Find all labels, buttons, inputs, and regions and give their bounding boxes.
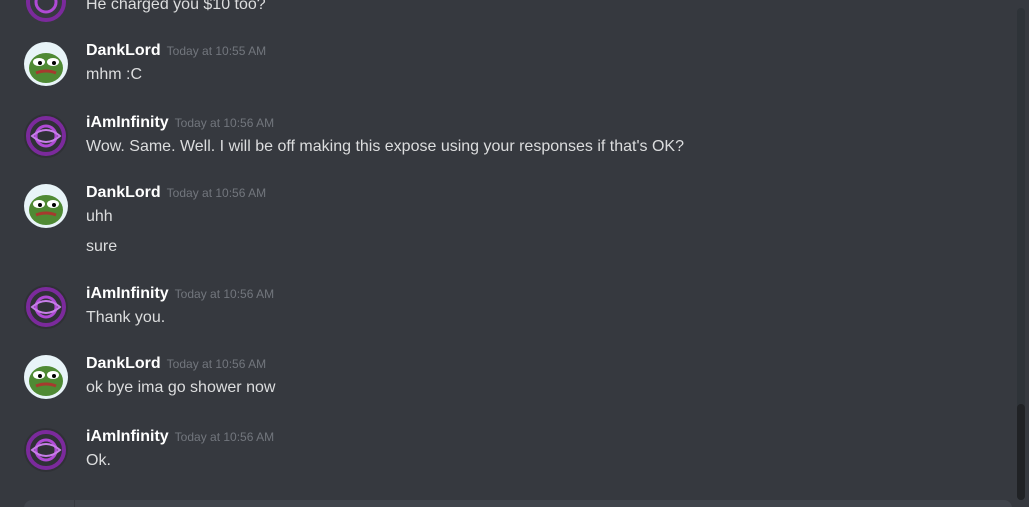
- avatar[interactable]: [24, 428, 68, 472]
- infinity-avatar-icon: [24, 285, 68, 329]
- message-text: mhm :C: [86, 66, 142, 83]
- message-text: uhh: [86, 208, 113, 225]
- timestamp: Today at 10:56 AM: [166, 186, 267, 200]
- message-text: Wow. Same. Well. I will be off making th…: [86, 138, 684, 155]
- username[interactable]: iAmInfinity: [86, 114, 169, 131]
- username[interactable]: DankLord: [86, 355, 161, 372]
- timestamp: Today at 10:56 AM: [174, 116, 275, 130]
- chat-message-list[interactable]: He charged you $10 too? DankLord Today at…: [0, 0, 1012, 507]
- avatar[interactable]: [24, 42, 68, 86]
- divider: [74, 500, 75, 507]
- message-text: ok bye ima go shower now: [86, 379, 276, 396]
- message-text: Ok.: [86, 452, 111, 469]
- message-text: sure: [86, 238, 118, 255]
- avatar[interactable]: [24, 184, 68, 228]
- infinity-avatar-icon: [24, 428, 68, 472]
- avatar[interactable]: [24, 355, 68, 399]
- pepe-avatar-icon: [24, 355, 68, 399]
- timestamp: Today at 10:56 AM: [166, 357, 267, 371]
- timestamp: Today at 10:56 AM: [174, 430, 275, 444]
- avatar[interactable]: [24, 0, 68, 24]
- username[interactable]: DankLord: [86, 42, 161, 59]
- message-header: DankLord Today at 10:56 AM: [86, 355, 266, 373]
- avatar[interactable]: [24, 285, 68, 329]
- avatar[interactable]: [24, 114, 68, 158]
- username[interactable]: DankLord: [86, 184, 161, 201]
- infinity-avatar-icon: [24, 0, 68, 24]
- message-header: DankLord Today at 10:56 AM: [86, 184, 266, 202]
- message-header: iAmInfinity Today at 10:56 AM: [86, 428, 274, 446]
- scrollbar[interactable]: [1017, 8, 1025, 500]
- pepe-avatar-icon: [24, 42, 68, 86]
- message-header: DankLord Today at 10:55 AM: [86, 42, 266, 60]
- timestamp: Today at 10:56 AM: [174, 287, 275, 301]
- scrollbar-thumb[interactable]: [1017, 404, 1025, 500]
- pepe-avatar-icon: [24, 184, 68, 228]
- username[interactable]: iAmInfinity: [86, 285, 169, 302]
- infinity-avatar-icon: [24, 114, 68, 158]
- message-text: Thank you.: [86, 309, 166, 326]
- message-header: iAmInfinity Today at 10:56 AM: [86, 285, 274, 303]
- username[interactable]: iAmInfinity: [86, 428, 169, 445]
- message-input[interactable]: [24, 500, 1012, 507]
- message-text: He charged you $10 too?: [86, 0, 266, 13]
- message-header: iAmInfinity Today at 10:56 AM: [86, 114, 274, 132]
- timestamp: Today at 10:55 AM: [166, 44, 267, 58]
